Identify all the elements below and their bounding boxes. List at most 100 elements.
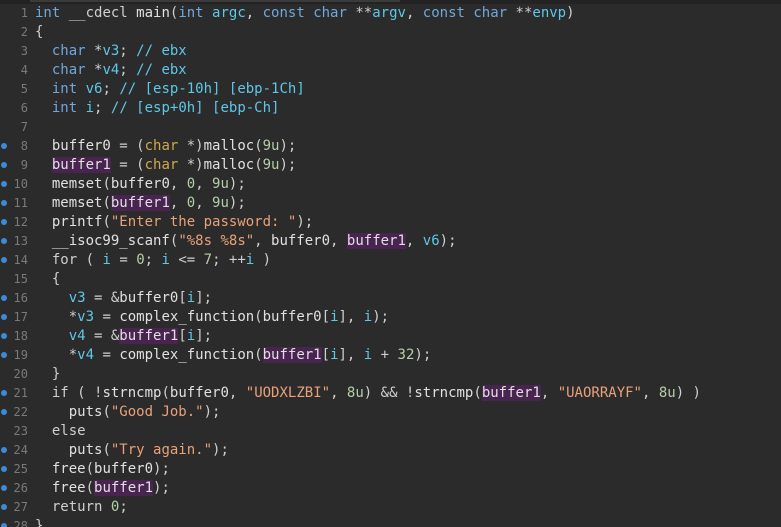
local-variable[interactable]: v6	[423, 233, 440, 249]
global-variable[interactable]: buffer1	[51, 157, 111, 173]
code-text[interactable]: puts("Try again.");	[35, 441, 229, 460]
function-name[interactable]: complex_function	[119, 347, 254, 363]
line-gutter[interactable]: 5	[0, 80, 30, 99]
function-name[interactable]: memset	[52, 195, 103, 211]
global-variable[interactable]: buffer0	[52, 138, 111, 154]
breakpoint-dot-icon[interactable]	[1, 238, 7, 244]
line-gutter[interactable]: 20	[0, 365, 30, 384]
local-variable[interactable]: i	[187, 328, 195, 344]
local-variable[interactable]: v4	[77, 347, 94, 363]
function-name[interactable]: free	[52, 480, 86, 496]
global-variable[interactable]: buffer0	[263, 309, 322, 325]
function-name[interactable]: free	[52, 461, 86, 477]
code-text[interactable]: int __cdecl main(int argc, const char **…	[35, 4, 575, 23]
line-gutter[interactable]: 11	[0, 194, 30, 213]
breakpoint-dot-icon[interactable]	[1, 200, 7, 206]
code-text[interactable]: }	[35, 517, 43, 527]
local-variable[interactable]: i	[330, 347, 338, 363]
code-line[interactable]: 28}	[0, 517, 781, 527]
line-gutter[interactable]: 10	[0, 175, 30, 194]
line-gutter[interactable]: 19	[0, 346, 30, 365]
code-line[interactable]: 11 memset(buffer1, 0, 9u);	[0, 194, 781, 213]
line-gutter[interactable]: 7	[0, 118, 30, 137]
line-gutter[interactable]: 3	[0, 42, 30, 61]
code-text[interactable]: free(buffer1);	[35, 479, 170, 498]
breakpoint-dot-icon[interactable]	[1, 390, 7, 396]
function-name[interactable]: memset	[52, 176, 103, 192]
local-variable[interactable]: i	[364, 347, 372, 363]
function-name[interactable]: strncmp	[414, 385, 473, 401]
breakpoint-dot-icon[interactable]	[1, 485, 7, 491]
code-text[interactable]: int v6; // [esp-10h] [ebp-1Ch]	[35, 80, 305, 99]
code-text[interactable]: memset(buffer1, 0, 9u);	[35, 194, 246, 213]
line-gutter[interactable]: 22	[0, 403, 30, 422]
breakpoint-dot-icon[interactable]	[1, 466, 7, 472]
line-gutter[interactable]: 28	[0, 517, 30, 527]
global-variable[interactable]: buffer0	[111, 176, 170, 192]
function-name[interactable]: puts	[69, 404, 103, 420]
code-text[interactable]: free(buffer0);	[35, 460, 170, 479]
local-variable[interactable]: v3	[69, 290, 86, 306]
code-text[interactable]: int i; // [esp+0h] [ebp-Ch]	[35, 99, 280, 118]
breakpoint-dot-icon[interactable]	[1, 504, 7, 510]
global-variable[interactable]: buffer1	[262, 347, 322, 363]
code-text[interactable]: v4 = &buffer1[i];	[35, 327, 212, 346]
line-gutter[interactable]: 24	[0, 441, 30, 460]
breakpoint-dot-icon[interactable]	[1, 409, 7, 415]
line-gutter[interactable]: 13	[0, 232, 30, 251]
code-text[interactable]: return 0;	[35, 498, 128, 517]
breakpoint-dot-icon[interactable]	[1, 219, 7, 225]
code-line[interactable]: 14 for ( i = 0; i <= 7; ++i )	[0, 251, 781, 270]
code-line[interactable]: 15 {	[0, 270, 781, 289]
code-line[interactable]: 10 memset(buffer0, 0, 9u);	[0, 175, 781, 194]
local-variable[interactable]: v4	[69, 328, 86, 344]
global-variable[interactable]: buffer0	[271, 233, 330, 249]
pseudocode-view[interactable]: 1 int __cdecl main(int argc, const char *…	[0, 0, 781, 527]
local-variable[interactable]: i	[102, 252, 110, 268]
code-line[interactable]: 19 *v4 = complex_function(buffer1[i], i …	[0, 346, 781, 365]
global-variable[interactable]: buffer1	[110, 195, 170, 211]
local-variable[interactable]: argv	[372, 5, 406, 21]
code-text[interactable]: {	[35, 23, 43, 42]
function-name[interactable]: puts	[69, 442, 103, 458]
line-gutter[interactable]: 21	[0, 384, 30, 403]
local-variable[interactable]: i	[364, 309, 372, 325]
local-variable[interactable]: v3	[102, 43, 119, 59]
local-variable[interactable]: argc	[212, 5, 246, 21]
function-name[interactable]: strncmp	[102, 385, 161, 401]
code-text[interactable]: else	[35, 422, 86, 441]
global-variable[interactable]: buffer1	[346, 233, 406, 249]
local-variable[interactable]: i	[246, 252, 254, 268]
breakpoint-dot-icon[interactable]	[1, 352, 7, 358]
function-name[interactable]: main	[136, 5, 170, 21]
local-variable[interactable]: v4	[102, 62, 119, 78]
code-line[interactable]: 13 __isoc99_scanf("%8s %8s", buffer0, bu…	[0, 232, 781, 251]
function-name[interactable]: complex_function	[119, 309, 254, 325]
breakpoint-dot-icon[interactable]	[1, 295, 7, 301]
breakpoint-dot-icon[interactable]	[1, 314, 7, 320]
line-gutter[interactable]: 12	[0, 213, 30, 232]
line-gutter[interactable]: 1	[0, 4, 30, 23]
local-variable[interactable]: i	[86, 100, 94, 116]
global-variable[interactable]: buffer0	[119, 290, 178, 306]
code-line[interactable]: 17 *v3 = complex_function(buffer0[i], i)…	[0, 308, 781, 327]
function-name[interactable]: malloc	[204, 157, 255, 173]
code-line[interactable]: 20 }	[0, 365, 781, 384]
global-variable[interactable]: buffer1	[94, 480, 154, 496]
function-name[interactable]: malloc	[204, 138, 255, 154]
code-text[interactable]: __isoc99_scanf("%8s %8s", buffer0, buffe…	[35, 232, 457, 251]
code-line[interactable]: 4 char *v4; // ebx	[0, 61, 781, 80]
breakpoint-dot-icon[interactable]	[1, 162, 7, 168]
breakpoint-dot-icon[interactable]	[1, 143, 7, 149]
code-line[interactable]: 1 int __cdecl main(int argc, const char *…	[0, 4, 781, 23]
line-gutter[interactable]: 15	[0, 270, 30, 289]
code-line[interactable]: 16 v3 = &buffer0[i];	[0, 289, 781, 308]
code-line[interactable]: 26 free(buffer1);	[0, 479, 781, 498]
line-gutter[interactable]: 17	[0, 308, 30, 327]
breakpoint-dot-icon[interactable]	[1, 447, 7, 453]
local-variable[interactable]: i	[161, 252, 169, 268]
code-text[interactable]: if ( !strncmp(buffer0, "UODXLZBI", 8u) &…	[35, 384, 701, 403]
line-gutter[interactable]: 16	[0, 289, 30, 308]
code-text[interactable]: v3 = &buffer0[i];	[35, 289, 212, 308]
code-line[interactable]: 6 int i; // [esp+0h] [ebp-Ch]	[0, 99, 781, 118]
